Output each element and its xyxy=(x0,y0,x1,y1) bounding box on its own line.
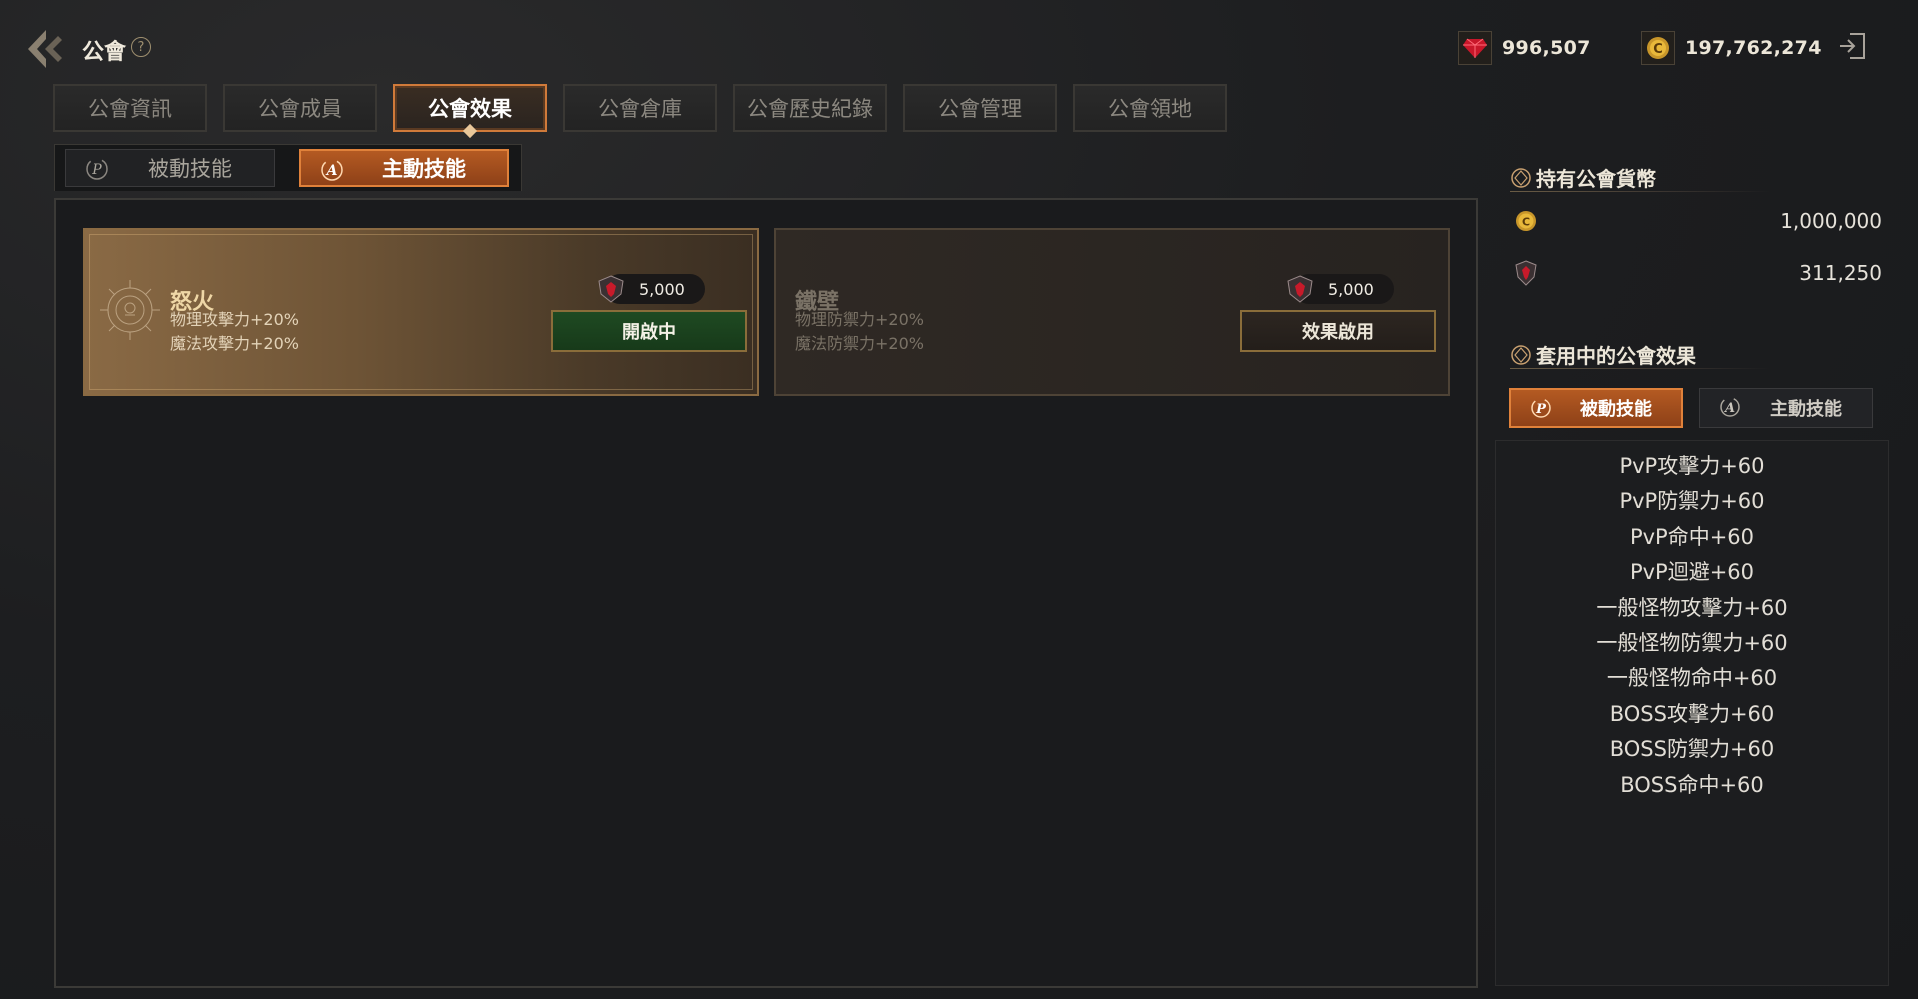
tab-guild-territory[interactable]: 公會領地 xyxy=(1073,84,1227,132)
currency-coin: C 197,762,274 xyxy=(1641,30,1822,66)
held-currency-title: 持有公會貨幣 xyxy=(1510,163,1656,192)
rage-emblem-icon xyxy=(100,280,160,340)
held-currency-label: 持有公會貨幣 xyxy=(1536,167,1656,191)
skill-effect-1: 物理防禦力+20% xyxy=(795,310,924,329)
effects-tab-active-label: 主動技能 xyxy=(1770,399,1842,420)
effects-tab-passive[interactable]: P 被動技能 xyxy=(1509,388,1683,428)
exit-icon xyxy=(1840,33,1865,59)
list-item: BOSS命中+60 xyxy=(1620,772,1764,797)
held-coin-value: 1,000,000 xyxy=(1780,209,1882,233)
gold-coin-icon: C xyxy=(1641,31,1675,65)
held-coin-row: C 1,000,000 xyxy=(1512,206,1882,236)
skill-cost: 5,000 xyxy=(1287,274,1394,304)
held-crest-row: 311,250 xyxy=(1512,258,1882,288)
list-item: BOSS防禦力+60 xyxy=(1609,737,1775,762)
effects-tab-passive-label: 被動技能 xyxy=(1580,399,1652,420)
skill-cost-value: 5,000 xyxy=(639,279,685,299)
applied-effects-list: PvP攻擊力+60 PvP防禦力+60 PvP命中+60 PvP迴避+60 一般… xyxy=(1496,449,1888,803)
svg-text:C: C xyxy=(1653,42,1663,57)
tab-guild-management[interactable]: 公會管理 xyxy=(903,84,1057,132)
back-arrow-icon xyxy=(28,30,62,68)
guild-emblem-icon xyxy=(1511,344,1531,365)
page-title: 公會 xyxy=(82,40,127,65)
divider xyxy=(1510,191,1770,192)
held-crest-value: 311,250 xyxy=(1799,261,1882,285)
list-item: 一般怪物防禦力+60 xyxy=(1596,630,1788,655)
effects-tab-active[interactable]: A 主動技能 xyxy=(1699,388,1873,428)
guild-crest-icon xyxy=(598,275,624,303)
subtab-passive-label: 被動技能 xyxy=(148,157,232,181)
subtab-passive-skill[interactable]: P 被動技能 xyxy=(65,149,275,187)
list-item: 一般怪物命中+60 xyxy=(1606,666,1778,691)
back-button[interactable] xyxy=(22,26,68,72)
ruby-gem-icon xyxy=(1458,31,1492,65)
gem-amount: 996,507 xyxy=(1502,37,1591,59)
list-item: PvP攻擊力+60 xyxy=(1619,454,1765,478)
guild-crest-icon xyxy=(1287,275,1313,303)
skill-card-iron-wall: 鐵壁 物理防禦力+20% 魔法防禦力+20% 5,000 效果啟用 xyxy=(774,228,1450,396)
tab-guild-history[interactable]: 公會歷史紀錄 xyxy=(733,84,887,132)
list-item: 一般怪物攻擊力+60 xyxy=(1596,595,1788,620)
skill-effect-2: 魔法攻擊力+20% xyxy=(170,334,299,353)
applied-effects-list-panel: PvP攻擊力+60 PvP防禦力+60 PvP命中+60 PvP迴避+60 一般… xyxy=(1495,440,1889,986)
coin-amount: 197,762,274 xyxy=(1685,37,1822,59)
gold-coin-icon: C xyxy=(1516,211,1536,231)
tab-guild-effects[interactable]: 公會效果 xyxy=(393,84,547,132)
skill-cost: 5,000 xyxy=(598,274,705,304)
skill-enable-button[interactable]: 效果啟用 xyxy=(1240,310,1436,352)
divider xyxy=(1510,368,1770,369)
skill-subtabs: P 被動技能 A 主動技能 xyxy=(54,144,522,191)
skill-card-rage: 怒火 物理攻擊力+20% 魔法攻擊力+20% 5,000 開啟中 xyxy=(83,228,759,396)
skill-cost-value: 5,000 xyxy=(1328,279,1374,299)
skill-effect-2: 魔法防禦力+20% xyxy=(795,334,924,353)
skill-active-button[interactable]: 開啟中 xyxy=(551,310,747,352)
help-icon[interactable]: ? xyxy=(131,37,151,57)
subtab-active-skill[interactable]: A 主動技能 xyxy=(299,149,509,187)
guild-crest-icon xyxy=(1515,260,1537,286)
applied-effects-title: 套用中的公會效果 xyxy=(1510,340,1696,369)
exit-button[interactable] xyxy=(1836,30,1868,62)
list-item: PvP命中+60 xyxy=(1629,524,1755,549)
list-item: PvP迴避+60 xyxy=(1629,560,1755,585)
applied-effects-label: 套用中的公會效果 xyxy=(1536,344,1696,368)
tab-guild-warehouse[interactable]: 公會倉庫 xyxy=(563,84,717,132)
subtab-active-label: 主動技能 xyxy=(382,157,466,181)
list-item: BOSS攻擊力+60 xyxy=(1609,701,1775,726)
currency-gem: 996,507 xyxy=(1458,30,1591,66)
svg-text:C: C xyxy=(1522,216,1530,229)
guild-emblem-icon xyxy=(1511,167,1531,188)
tab-guild-info[interactable]: 公會資訊 xyxy=(53,84,207,132)
skill-effect-1: 物理攻擊力+20% xyxy=(170,310,299,329)
list-item: PvP防禦力+60 xyxy=(1619,489,1765,514)
guild-tabs: 公會資訊 公會成員 公會效果 公會倉庫 公會歷史紀錄 公會管理 公會領地 xyxy=(53,84,1227,132)
tab-guild-members[interactable]: 公會成員 xyxy=(223,84,377,132)
